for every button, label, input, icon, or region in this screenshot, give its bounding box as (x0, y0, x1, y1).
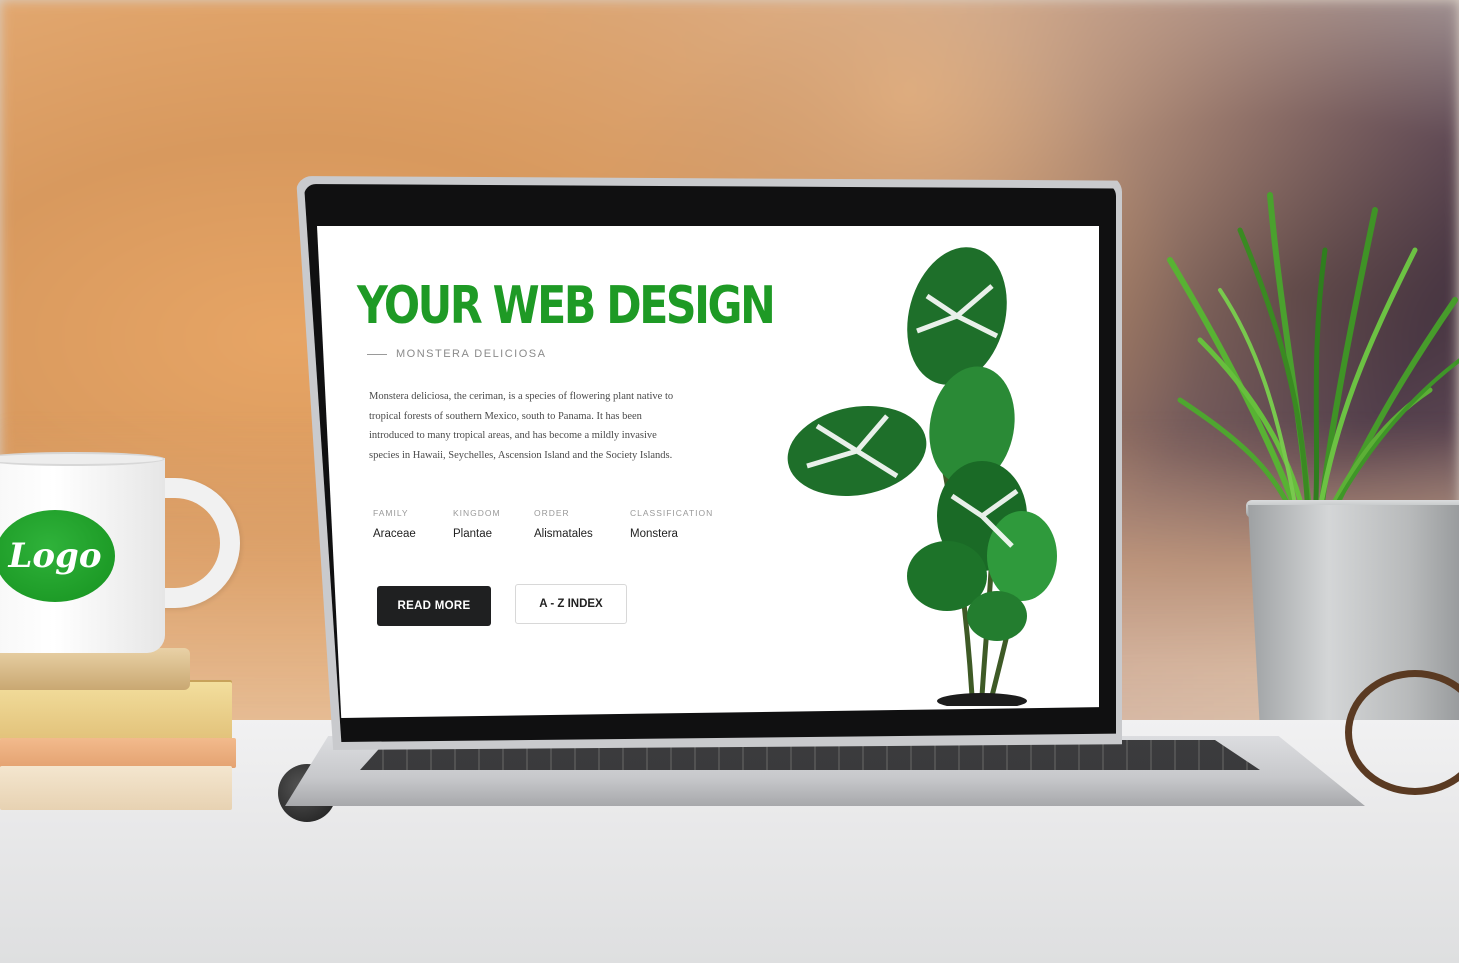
az-index-button[interactable]: A - Z INDEX (515, 584, 627, 624)
meta-value: Monstera (630, 528, 678, 540)
meta-label: ORDER (534, 508, 570, 518)
laptop-screen: YOUR WEB DESIGN MONSTERA DELICIOSA Monst… (317, 226, 1099, 718)
subtitle: MONSTERA DELICIOSA (396, 348, 547, 360)
meta-value: Araceae (373, 528, 416, 540)
meta-order: ORDER Alismatales (534, 508, 624, 540)
meta-label: CLASSIFICATION (630, 508, 714, 518)
grass-plant-icon (1167, 192, 1459, 520)
hero-title: YOUR WEB DESIGN (357, 276, 776, 336)
read-more-button[interactable]: READ MORE (377, 586, 491, 626)
monstera-plant-illustration-icon (787, 247, 1057, 706)
meta-label: FAMILY (373, 508, 409, 518)
meta-value: Plantae (453, 528, 493, 540)
book (0, 738, 236, 768)
meta-kingdom: KINGDOM Plantae (453, 508, 543, 540)
description: Monstera deliciosa, the ceriman, is a sp… (369, 391, 674, 461)
wood-coaster (0, 648, 190, 690)
meta-family: FAMILY Araceae (373, 508, 463, 540)
mug-logo: Logo (0, 510, 115, 602)
subtitle-divider (367, 354, 387, 355)
meta-label: KINGDOM (453, 508, 501, 518)
photo-scene: Logo YOUR WEB DESIGN MONSTERA DELICIOSA … (0, 0, 1459, 963)
book (0, 766, 232, 810)
meta-classification: CLASSIFICATION Monstera (630, 508, 720, 540)
meta-value: Alismatales (534, 528, 593, 540)
